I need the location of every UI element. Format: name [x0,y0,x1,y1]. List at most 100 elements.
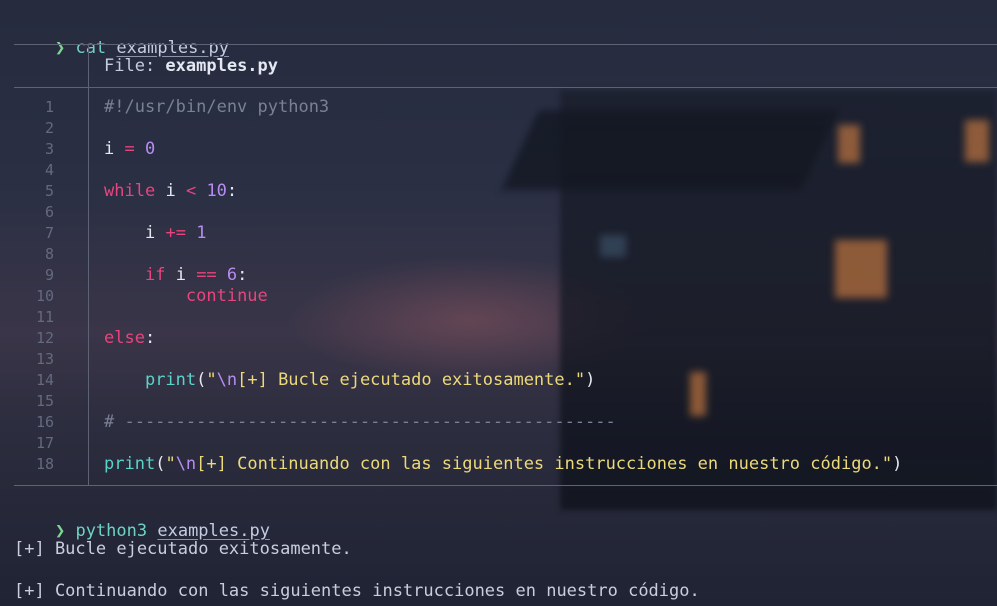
code-token: print [104,454,156,474]
header-top-divider [14,44,997,45]
code-text: continue [104,286,268,307]
code-token: continue [185,286,268,306]
line-number: 11 [35,308,54,326]
code-token: i [104,139,115,159]
code-token: " [206,370,217,390]
line-number: 2 [44,119,54,137]
file-header: File: examples.py [104,54,278,78]
code-text: if i == 6: [104,265,247,286]
code-token: ( [155,454,166,474]
code-line: 9 if i == 6: [0,265,997,286]
code-text: # --------------------------------------… [104,412,616,433]
code-token: while [104,181,156,201]
code-line: 4 [0,160,997,181]
line-number: 10 [35,287,54,305]
line-number: 9 [44,266,54,284]
code-text: else: [104,328,155,349]
header-bottom-divider [14,87,997,88]
line-number: 1 [44,98,54,116]
code-line: 3 i = 0 [0,139,997,160]
code-token: i [165,181,176,201]
code-token: 6 [226,265,238,285]
code-line: 15 [0,391,997,412]
line-number: 6 [44,203,54,221]
code-token: [+] Continuando con las siguientes instr… [196,454,893,474]
code-token: = [124,139,135,159]
code-token: 0 [145,139,156,159]
code-line: 2 [0,118,997,139]
code-line: 1 #!/usr/bin/env python3 [0,97,997,118]
code-text: print("\n[+] Continuando con las siguien… [104,454,902,475]
line-number: 16 [35,413,54,431]
code-line: 5 while i < 10: [0,181,997,202]
code-token: # --------------------------------------… [104,412,616,432]
code-text: i += 1 [104,223,206,244]
code-line: 11 [0,307,997,328]
code-bottom-divider [14,485,997,486]
code-token: " [165,454,176,474]
code-text: print("\n[+] Bucle ejecutado exitosament… [104,370,595,391]
code-line: 17 [0,433,997,454]
code-line: 10 continue [0,286,997,307]
code-token: ) [585,370,596,390]
code-token: i [175,265,186,285]
file-header-label: File: [104,56,166,76]
line-number: 5 [44,182,54,200]
line-number: 8 [44,245,54,263]
output-line: [+] Continuando con las siguientes instr… [14,581,700,601]
code-token: i [144,223,156,243]
code-token: if [144,265,166,285]
code-line: 16 # ------------------------------------… [0,412,997,433]
code-token: print [144,370,197,390]
line-number: 3 [44,140,54,158]
code-token: : [226,181,238,201]
line-number: 14 [35,371,54,389]
code-line: 14 print("\n[+] Bucle ejecutado exitosam… [0,370,997,391]
line-number: 7 [44,224,54,242]
code-token: ( [196,370,207,390]
code-text: i = 0 [104,139,155,160]
terminal-window[interactable]: ❯ cat examples.py File: examples.py 1 #!/… [0,0,997,606]
code-line: 12 else: [0,328,997,349]
code-token: : [237,265,248,285]
code-line: 13 [0,349,997,370]
code-text: #!/usr/bin/env python3 [104,97,329,118]
line-number: 15 [35,392,54,410]
code-line: 7 i += 1 [0,223,997,244]
prompt-line-python3: ❯ python3 examples.py [14,495,270,541]
code-token: [+] Bucle ejecutado exitosamente." [237,370,586,390]
code-token: : [144,328,156,348]
prompt-arrow-icon: ❯ [54,38,66,58]
code-token: #!/usr/bin/env python3 [104,97,330,117]
line-number: 17 [35,434,54,452]
code-token: 10 [206,181,227,201]
code-text: while i < 10: [104,181,237,202]
code-line: 18 print("\n[+] Continuando con las sigui… [0,454,997,475]
header-gutter-divider [88,44,89,88]
code-token: else [104,328,145,348]
code-token: ) [892,454,903,474]
prompt-line-cat: ❯ cat examples.py [14,12,229,58]
line-number: 13 [35,350,54,368]
code-token: \n [216,370,238,390]
command-name: cat [75,38,107,58]
code-token: \n [175,454,197,474]
code-token: 1 [196,223,207,243]
line-number: 18 [35,455,54,473]
code-line: 6 [0,202,997,223]
code-token: += [165,223,186,243]
line-number: 12 [35,329,54,347]
code-line: 8 [0,244,997,265]
